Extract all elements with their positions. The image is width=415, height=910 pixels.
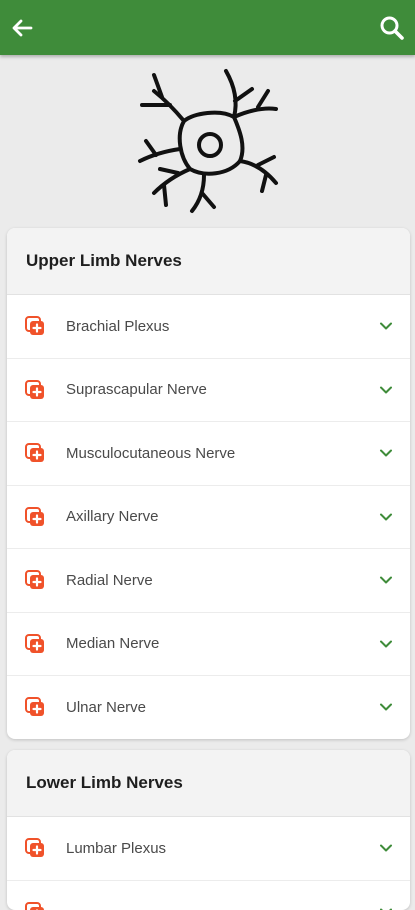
list-item-label: Radial Nerve — [66, 572, 153, 589]
chevron-down-icon[interactable] — [379, 905, 393, 910]
add-box-icon — [25, 507, 45, 527]
chevron-down-icon[interactable] — [379, 637, 393, 651]
chevron-down-icon[interactable] — [379, 383, 393, 397]
add-box-icon — [25, 902, 45, 910]
list-item-label: Axillary Nerve — [66, 508, 159, 525]
chevron-down-icon[interactable] — [379, 573, 393, 587]
chevron-down-icon[interactable] — [379, 446, 393, 460]
list-item[interactable]: Radial Nerve — [7, 549, 410, 613]
list-item-label: Musculocutaneous Nerve — [66, 445, 235, 462]
add-box-icon — [25, 380, 45, 400]
list-item[interactable]: Musculocutaneous Nerve — [7, 422, 410, 486]
search-button[interactable] — [377, 13, 407, 43]
list-item[interactable]: Median Nerve — [7, 613, 410, 677]
section-title: Upper Limb Nerves — [7, 228, 410, 295]
arrow-left-icon — [10, 16, 34, 40]
search-icon — [379, 15, 405, 41]
chevron-down-icon[interactable] — [379, 700, 393, 714]
section-upper-limb: Upper Limb Nerves Brachial Plexus Suprasc… — [7, 228, 410, 739]
add-box-icon — [25, 697, 45, 717]
list-item-label: Lumbar Plexus — [66, 840, 166, 857]
list-item[interactable]: Ulnar Nerve — [7, 676, 410, 739]
chevron-down-icon[interactable] — [379, 319, 393, 333]
list-item-label: Ulnar Nerve — [66, 699, 146, 716]
section-title: Lower Limb Nerves — [7, 750, 410, 817]
add-box-icon — [25, 634, 45, 654]
app-bar — [0, 0, 415, 55]
chevron-down-icon[interactable] — [379, 510, 393, 524]
back-button[interactable] — [8, 14, 36, 42]
list-item[interactable]: Brachial Plexus — [7, 295, 410, 359]
neuron-icon — [134, 65, 282, 215]
add-box-icon — [25, 570, 45, 590]
add-box-icon — [25, 443, 45, 463]
list-item[interactable]: Lumbar Plexus — [7, 817, 410, 881]
list-item[interactable] — [7, 881, 410, 910]
section-lower-limb: Lower Limb Nerves Lumbar Plexus — [7, 750, 410, 910]
list-item[interactable]: Axillary Nerve — [7, 486, 410, 550]
list-item-label: Median Nerve — [66, 635, 159, 652]
add-box-icon — [25, 316, 45, 336]
list-item[interactable]: Suprascapular Nerve — [7, 359, 410, 423]
list-item-label: Brachial Plexus — [66, 318, 169, 335]
add-box-icon — [25, 838, 45, 858]
chevron-down-icon[interactable] — [379, 841, 393, 855]
list-item-label: Suprascapular Nerve — [66, 381, 207, 398]
hero-banner — [0, 55, 415, 227]
